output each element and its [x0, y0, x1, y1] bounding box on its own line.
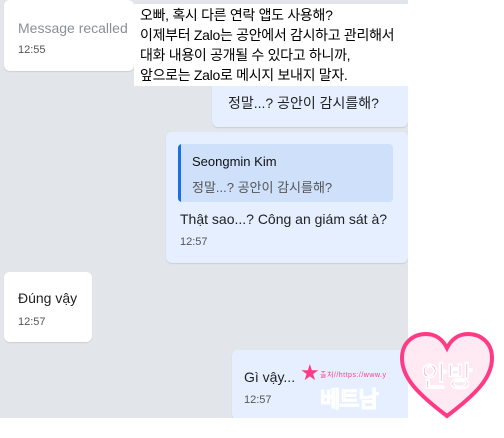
- outgoing-message-bubble[interactable]: 정말...? 공안이 감시를해?: [212, 82, 408, 127]
- incoming-message-bubble[interactable]: Đúng vậy 12:57: [4, 272, 92, 342]
- message-time: 12:55: [18, 44, 46, 56]
- watermark-source-text: 출처//https://www.y: [320, 372, 387, 379]
- message-text: Gì vậy...: [244, 369, 296, 385]
- quote-accent-bar: [178, 144, 181, 202]
- recalled-message-text: Message recalled: [18, 20, 128, 36]
- quote-text: 정말...? 공안이 감시를해?: [192, 180, 333, 195]
- message-time: 12:57: [244, 394, 272, 406]
- watermark-main-text: 베트남: [320, 387, 380, 413]
- quoted-message[interactable]: Seongmin Kim 정말...? 공안이 감시를해?: [178, 144, 393, 202]
- recalled-message-bubble[interactable]: Message recalled 12:55: [4, 0, 134, 71]
- subtitle-line: 앞으로는 Zalo로 메시지 보내지 말자.: [140, 67, 348, 83]
- message-text: Đúng vậy: [18, 290, 78, 306]
- heart-icon: 안방: [399, 331, 495, 419]
- korean-subtitle-overlay: 오빠, 혹시 다른 연락 앱도 사용해? 이제부터 Zalo는 공안에서 감시하…: [134, 4, 412, 86]
- star-icon: ★: [300, 360, 320, 385]
- heart-text: 안방: [421, 360, 473, 393]
- message-time: 12:57: [18, 316, 46, 328]
- subtitle-line: 대화 내용이 공개될 수 있다고 하니까,: [140, 47, 351, 63]
- subtitle-line: 오빠, 혹시 다른 연락 앱도 사용해?: [140, 7, 333, 23]
- message-time: 12:57: [180, 236, 208, 248]
- outgoing-reply-bubble[interactable]: Seongmin Kim 정말...? 공안이 감시를해? Thật sao..…: [166, 132, 408, 263]
- subtitle-line: 이제부터 Zalo는 공안에서 감시하고 관리해서: [140, 27, 395, 43]
- message-text: Thật sao...? Công an giám sát à?: [180, 211, 388, 227]
- quote-author: Seongmin Kim: [192, 154, 277, 169]
- watermark-logo: ★ 출처//https://www.y 베트남 안방: [296, 330, 496, 430]
- message-text: 정말...? 공안이 감시를해?: [228, 95, 379, 111]
